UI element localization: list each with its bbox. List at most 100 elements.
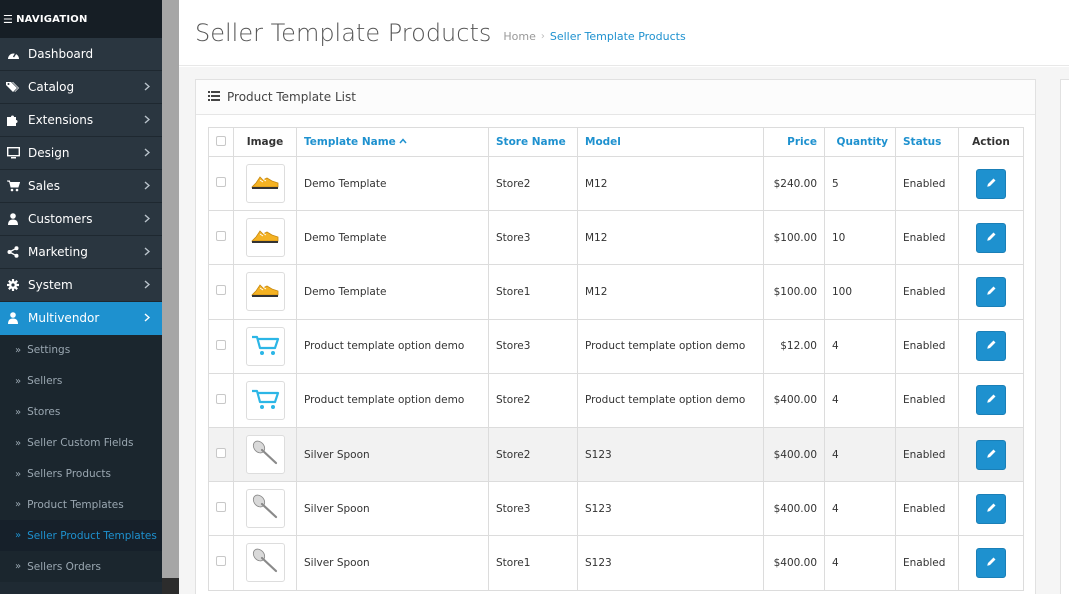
model-cell: M12: [577, 264, 764, 320]
sidebar-scrollbar[interactable]: [162, 0, 179, 594]
action-cell: [958, 481, 1024, 537]
pencil-icon: [986, 285, 997, 299]
template-name-header-label[interactable]: Template Name: [304, 136, 396, 148]
quantity-cell: 4: [824, 481, 896, 537]
edit-button[interactable]: [976, 385, 1006, 416]
row-checkbox[interactable]: [216, 502, 226, 513]
edit-button[interactable]: [976, 331, 1006, 362]
product-thumbnail: [245, 272, 285, 312]
hamburger-icon[interactable]: ☰: [3, 13, 13, 26]
action-cell: [958, 155, 1024, 212]
breadcrumb-home-link[interactable]: Home: [503, 30, 535, 43]
status-cell: Enabled: [895, 155, 959, 212]
edit-button[interactable]: [976, 276, 1006, 307]
price-column-header[interactable]: Price: [763, 127, 825, 157]
action-cell: [958, 535, 1024, 591]
template-name-column-header[interactable]: Template Name: [296, 127, 489, 157]
submenu-item-label: Settings: [27, 344, 71, 357]
quantity-column-header[interactable]: Quantity: [824, 127, 896, 157]
pencil-icon: [986, 448, 997, 462]
product-thumbnail: [245, 326, 285, 366]
price-cell: $12.00: [763, 318, 825, 374]
sidebar-item-customers[interactable]: Customers: [0, 203, 162, 236]
sidebar-item-sales[interactable]: Sales: [0, 170, 162, 203]
edit-button[interactable]: [976, 493, 1006, 524]
row-select-cell: [208, 318, 234, 374]
panel-heading: Product Template List: [196, 80, 1035, 115]
spoon-image: [251, 547, 279, 578]
monitor-icon: [6, 147, 20, 159]
sort-ascending-icon[interactable]: [399, 136, 407, 148]
status-column-header[interactable]: Status: [895, 127, 959, 157]
store-name-cell: Store2: [488, 426, 578, 483]
sidebar-item-multivendor[interactable]: Multivendor: [0, 302, 162, 335]
row-select-cell: [208, 426, 234, 483]
breadcrumb-current-link[interactable]: Seller Template Products: [550, 30, 686, 43]
double-chevron-right-icon: »: [15, 437, 22, 449]
submenu-item-seller-product-templates[interactable]: » Seller Product Templates: [0, 520, 162, 552]
scrollbar-thumb[interactable]: [162, 0, 179, 578]
template-name-cell: Demo Template: [296, 155, 489, 212]
edit-button[interactable]: [976, 547, 1006, 578]
submenu-item-label: Product Templates: [27, 498, 124, 511]
model-column-header[interactable]: Model: [577, 127, 764, 157]
sidebar-item-design[interactable]: Design: [0, 137, 162, 170]
pencil-icon: [986, 556, 997, 570]
submenu-item-seller-custom-fields[interactable]: » Seller Custom Fields: [0, 428, 162, 459]
quantity-cell: 5: [824, 155, 896, 212]
shoe-image: [250, 279, 280, 304]
double-chevron-right-icon: »: [15, 561, 22, 573]
template-name-cell: Silver Spoon: [296, 481, 489, 537]
page-title: Seller Template Products: [195, 18, 492, 47]
breadcrumb: Home › Seller Template Products: [503, 30, 685, 43]
submenu-item-label: Stores: [27, 406, 61, 419]
edit-button[interactable]: [976, 168, 1006, 199]
sidebar-item-system[interactable]: System: [0, 269, 162, 302]
action-cell: [958, 372, 1024, 428]
action-column-header: Action: [958, 127, 1024, 157]
row-checkbox[interactable]: [216, 339, 226, 350]
row-checkbox[interactable]: [216, 556, 226, 567]
select-all-cell: [208, 127, 234, 157]
action-cell: [958, 318, 1024, 374]
product-image-cell: [233, 426, 297, 483]
price-cell: $400.00: [763, 535, 825, 591]
row-checkbox[interactable]: [216, 285, 226, 296]
sidebar-item-label: Multivendor: [28, 311, 100, 325]
price-cell: $240.00: [763, 155, 825, 212]
submenu-item-stores[interactable]: » Stores: [0, 397, 162, 428]
select-all-checkbox[interactable]: [216, 135, 226, 146]
quantity-cell: 100: [824, 264, 896, 320]
sidebar: ☰ NAVIGATION Dashboard Catalog Extensions D…: [0, 0, 162, 594]
submenu-item-sellers-orders[interactable]: » Sellers Orders: [0, 551, 162, 582]
row-checkbox[interactable]: [216, 393, 226, 404]
row-select-cell: [208, 372, 234, 428]
sidebar-item-catalog[interactable]: Catalog: [0, 71, 162, 104]
row-checkbox[interactable]: [216, 177, 226, 188]
sidebar-item-dashboard[interactable]: Dashboard: [0, 38, 162, 71]
edit-button[interactable]: [976, 439, 1006, 470]
submenu-item-product-templates[interactable]: » Product Templates: [0, 489, 162, 520]
row-checkbox[interactable]: [216, 231, 226, 242]
submenu-item-label: Sellers Products: [27, 468, 112, 480]
panel-title: Product Template List: [227, 90, 356, 104]
edit-button[interactable]: [976, 222, 1006, 253]
submenu-item-sellers[interactable]: » Sellers: [0, 366, 162, 397]
sidebar-item-extensions[interactable]: Extensions: [0, 104, 162, 137]
status-cell: Enabled: [895, 264, 959, 320]
pencil-icon: [986, 339, 997, 353]
puzzle-icon: [6, 114, 20, 126]
submenu-item-sellers-products[interactable]: » Sellers Products: [0, 459, 162, 490]
row-checkbox[interactable]: [216, 448, 226, 459]
row-select-cell: [208, 210, 234, 266]
navigation-header[interactable]: ☰ NAVIGATION: [0, 0, 162, 38]
status-cell: Enabled: [895, 426, 959, 483]
chevron-right-icon: [144, 212, 151, 226]
sidebar-item-label: Marketing: [28, 245, 88, 259]
row-select-cell: [208, 535, 234, 591]
spoon-image: [251, 493, 279, 524]
sidebar-item-marketing[interactable]: Marketing: [0, 236, 162, 269]
store-name-column-header[interactable]: Store Name: [488, 127, 578, 157]
chevron-right-icon: [144, 80, 151, 94]
submenu-item-settings[interactable]: » Settings: [0, 335, 162, 366]
